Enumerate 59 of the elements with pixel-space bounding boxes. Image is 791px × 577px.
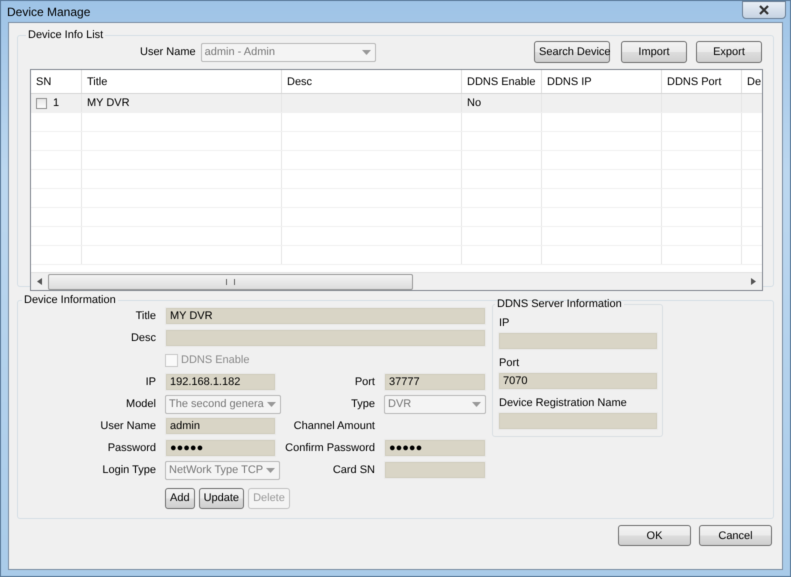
caret-icon xyxy=(266,402,276,406)
scroll-right-icon[interactable] xyxy=(751,278,756,285)
table-cell: MY DVR xyxy=(87,97,130,109)
field-label: IP xyxy=(499,317,510,329)
action-button[interactable]: Add xyxy=(165,488,195,508)
group-title: Device Information xyxy=(23,294,117,306)
dialog-button[interactable]: OK xyxy=(618,525,691,546)
input-field[interactable]: 192.168.1.182 xyxy=(165,373,276,391)
toolbar-button[interactable]: Export xyxy=(696,41,762,63)
input-field[interactable]: ●●●●● xyxy=(384,439,486,457)
field-label: Password xyxy=(106,442,157,454)
caret-icon xyxy=(472,402,481,406)
checkbox-label: DDNS Enable xyxy=(181,354,250,366)
field-label: User Name xyxy=(99,420,157,432)
column-header[interactable]: DDNS Port xyxy=(662,70,742,93)
field-label: Port xyxy=(499,357,520,369)
column-header[interactable]: De xyxy=(742,70,762,93)
field-label: Device Registration Name xyxy=(499,397,628,409)
close-icon xyxy=(758,5,770,15)
dialog-button[interactable]: Cancel xyxy=(699,525,772,546)
input-field[interactable] xyxy=(498,412,658,430)
field-label: Card SN xyxy=(332,464,376,476)
action-button[interactable]: Update xyxy=(198,488,244,508)
field-label: IP xyxy=(144,376,157,388)
close-button[interactable] xyxy=(742,1,786,19)
horizontal-scrollbar[interactable] xyxy=(31,272,762,290)
column-header[interactable]: SN xyxy=(31,70,82,93)
input-field[interactable]: admin xyxy=(165,417,276,435)
input-field[interactable] xyxy=(165,329,486,347)
column-header[interactable]: DDNS IP xyxy=(542,70,662,93)
field-label: Title xyxy=(134,310,157,322)
input-field[interactable]: 37777 xyxy=(384,373,486,391)
column-header[interactable]: DDNS Enable xyxy=(462,70,542,93)
field-label: Login Type xyxy=(101,464,157,476)
toolbar-button[interactable]: Import xyxy=(621,41,687,63)
field-label: Model xyxy=(125,398,157,410)
input-field[interactable] xyxy=(384,461,486,479)
input-field[interactable]: MY DVR xyxy=(165,307,486,325)
field-label: Channel Amount xyxy=(292,420,376,432)
toolbar-button[interactable]: Search Device xyxy=(534,41,610,63)
caret-icon xyxy=(362,50,371,54)
table-cell: No xyxy=(467,97,482,109)
input-field[interactable]: 7070 xyxy=(498,372,658,390)
group-title: Device Info List xyxy=(27,29,104,41)
field-label: User Name xyxy=(140,46,196,58)
row-checkbox[interactable] xyxy=(36,98,47,108)
caret-icon xyxy=(266,468,276,472)
input-field[interactable]: ●●●●● xyxy=(165,439,276,457)
scroll-left-icon[interactable] xyxy=(37,278,42,285)
window-title: Device Manage xyxy=(7,4,92,18)
group-title: DDNS Server Information xyxy=(496,298,623,310)
column-header[interactable]: Desc xyxy=(282,70,462,93)
column-header[interactable]: Title xyxy=(82,70,282,93)
field-label: Port xyxy=(354,376,376,388)
table-cell: 1 xyxy=(53,97,60,109)
field-label: Type xyxy=(350,398,376,410)
input-field[interactable] xyxy=(498,332,658,350)
field-label: Desc xyxy=(130,332,157,344)
field-label: Confirm Password xyxy=(284,442,376,454)
